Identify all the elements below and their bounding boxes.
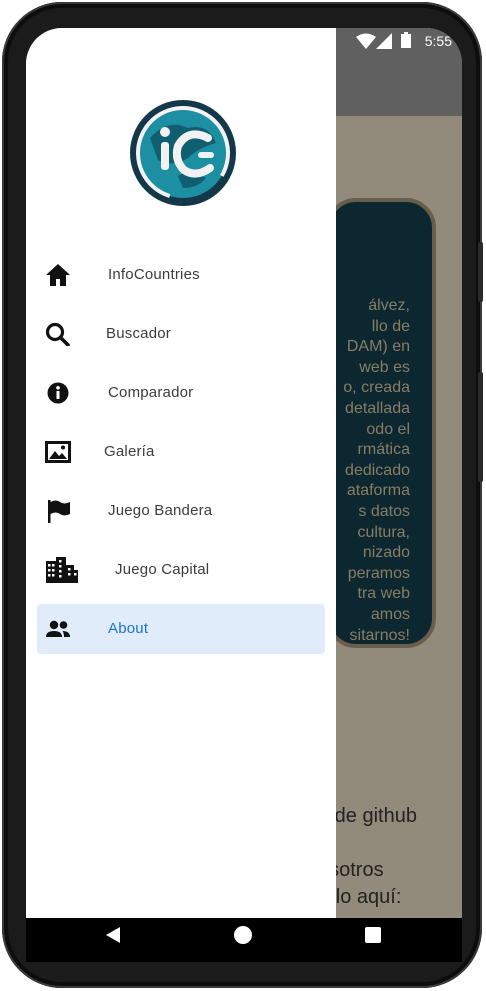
home-icon bbox=[46, 264, 70, 286]
phone-frame: s álvez, llo de DAM) en web es o, creada… bbox=[2, 2, 483, 988]
drawer-item-label: About bbox=[108, 620, 149, 637]
flag-icon bbox=[48, 500, 70, 523]
drawer-item-comparador[interactable]: Comparador bbox=[37, 368, 325, 418]
drawer-item-about[interactable]: About bbox=[37, 604, 325, 654]
back-button[interactable] bbox=[106, 927, 120, 943]
info-icon bbox=[47, 382, 69, 404]
city-icon bbox=[46, 557, 78, 583]
drawer-item-infocountries[interactable]: InfoCountries bbox=[37, 250, 325, 300]
image-icon bbox=[45, 441, 71, 463]
drawer-item-label: InfoCountries bbox=[108, 266, 200, 283]
battery-icon bbox=[401, 32, 411, 48]
drawer-item-buscador[interactable]: Buscador bbox=[37, 309, 325, 359]
navigation-drawer: InfoCountries Buscador Comparador Galerí… bbox=[26, 28, 336, 918]
drawer-item-label: Juego Bandera bbox=[108, 502, 213, 519]
search-icon bbox=[45, 322, 70, 346]
people-icon bbox=[46, 620, 70, 637]
power-button bbox=[478, 372, 483, 482]
screen: s álvez, llo de DAM) en web es o, creada… bbox=[26, 28, 462, 962]
drawer-item-juego-capital[interactable]: Juego Capital bbox=[37, 545, 325, 595]
recents-button[interactable] bbox=[365, 927, 381, 943]
drawer-item-label: Comparador bbox=[108, 384, 194, 401]
drawer-menu: InfoCountries Buscador Comparador Galerí… bbox=[37, 250, 325, 663]
wifi-icon bbox=[356, 33, 376, 49]
status-time: 5:55 bbox=[424, 33, 452, 49]
drawer-item-label: Juego Capital bbox=[115, 561, 210, 578]
drawer-item-juego-bandera[interactable]: Juego Bandera bbox=[37, 486, 325, 536]
system-nav-bar bbox=[26, 918, 462, 962]
signal-icon bbox=[376, 33, 392, 49]
drawer-item-label: Galería bbox=[104, 443, 155, 460]
volume-button bbox=[478, 242, 483, 302]
app-logo bbox=[130, 100, 236, 206]
drawer-item-label: Buscador bbox=[106, 325, 171, 342]
drawer-item-galeria[interactable]: Galería bbox=[37, 427, 325, 477]
home-button[interactable] bbox=[234, 926, 252, 944]
